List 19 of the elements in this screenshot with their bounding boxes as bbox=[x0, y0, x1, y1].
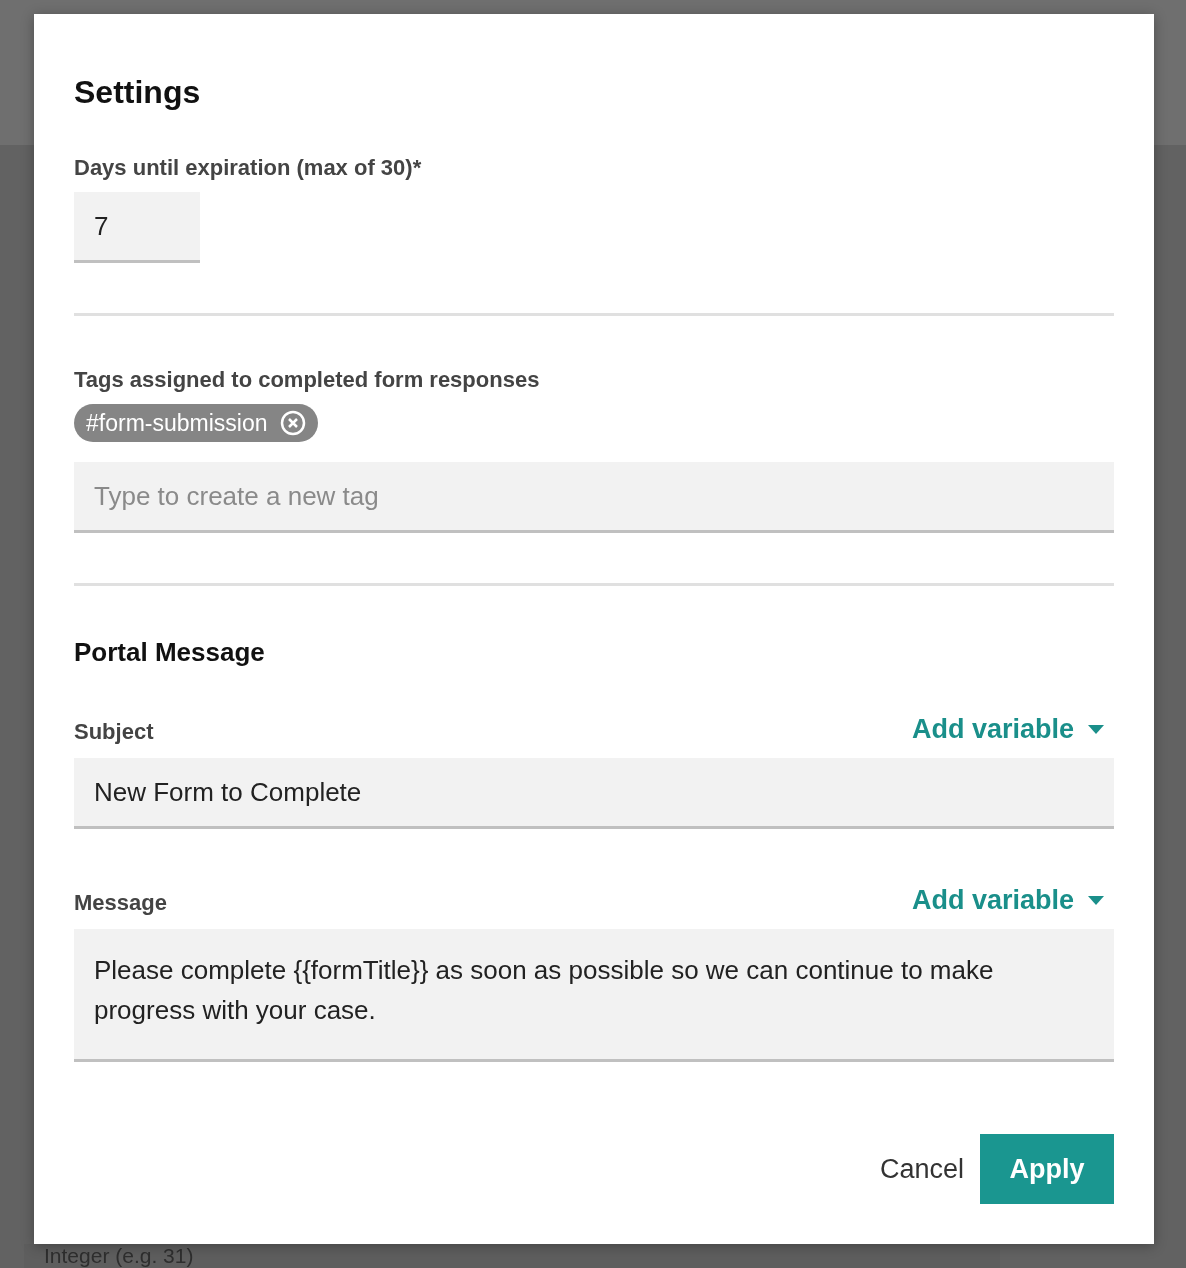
field-label: Subject bbox=[74, 718, 154, 746]
remove-icon[interactable] bbox=[279, 410, 306, 436]
caret-icon bbox=[1088, 724, 1104, 734]
dialog-title: Settings bbox=[74, 73, 202, 112]
message-field[interactable]: Please complete {{formTitle}} as soon as possible so we can continue to make progress with your case. bbox=[74, 929, 1114, 1062]
number-field[interactable]: 7 bbox=[74, 192, 200, 263]
tag-label: #form-submission bbox=[86, 409, 268, 437]
add-variable-button[interactable]: Add variable bbox=[911, 883, 1114, 917]
apply-button[interactable]: Apply bbox=[980, 1134, 1114, 1204]
tag-chip[interactable]: #form-submission bbox=[74, 404, 318, 442]
tag-input-field[interactable]: Type to create a new tag bbox=[74, 462, 1114, 533]
cancel-button[interactable]: Cancel bbox=[879, 1153, 964, 1185]
field-label: Days until expiration (max of 30)* bbox=[74, 154, 423, 182]
field-label: Message bbox=[74, 889, 167, 917]
section-heading: Portal Message bbox=[74, 636, 266, 668]
add-variable-button[interactable]: Add variable bbox=[911, 712, 1114, 746]
field-label: Tags assigned to completed form responses bbox=[74, 366, 541, 394]
subject-field[interactable]: New Form to Complete bbox=[74, 758, 1114, 829]
caret-icon bbox=[1088, 895, 1104, 905]
